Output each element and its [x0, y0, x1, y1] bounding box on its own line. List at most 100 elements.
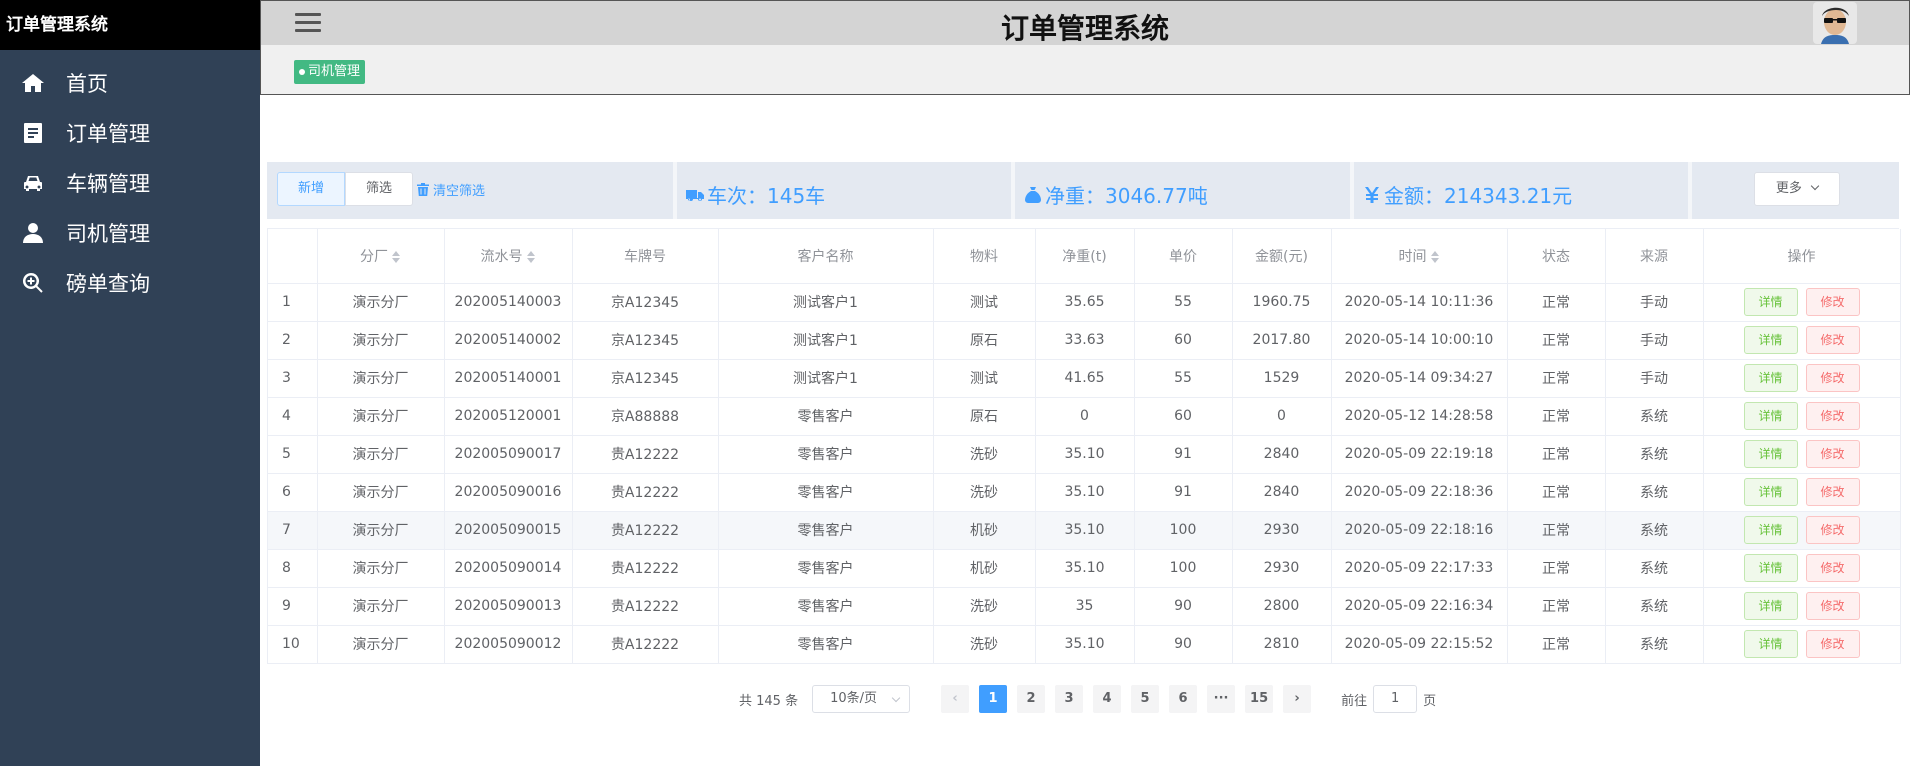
- detail-button[interactable]: 详情: [1743, 630, 1798, 658]
- edit-button[interactable]: 修改: [1805, 630, 1860, 658]
- actions-cell: 详情 修改: [1703, 549, 1901, 588]
- table-cell: 手动: [1605, 283, 1704, 322]
- actions-cell: 详情 修改: [1703, 473, 1901, 512]
- page-number-button[interactable]: 15: [1245, 685, 1274, 713]
- detail-button[interactable]: 详情: [1743, 554, 1798, 582]
- sort-caret-icon[interactable]: [1430, 250, 1440, 264]
- detail-button[interactable]: 详情: [1743, 516, 1798, 544]
- table-cell: 测试: [933, 359, 1036, 398]
- actions-cell: 详情 修改: [1703, 359, 1901, 398]
- detail-button[interactable]: 详情: [1743, 326, 1798, 354]
- sidebar-item-home[interactable]: 首页: [0, 58, 260, 108]
- yen-icon: [1365, 186, 1379, 203]
- detail-button[interactable]: 详情: [1743, 478, 1798, 506]
- page-number-button[interactable]: 3: [1055, 685, 1084, 713]
- column-header[interactable]: 分厂: [317, 229, 445, 284]
- zoom-in-icon: [20, 270, 46, 296]
- prev-page-button[interactable]: ‹: [941, 685, 970, 713]
- table-cell: 贵A12222: [572, 587, 719, 626]
- table-cell: 京A88888: [572, 397, 719, 436]
- table-cell: 贵A12222: [572, 511, 719, 550]
- table-cell: 2930: [1232, 549, 1332, 588]
- table-cell: 正常: [1507, 587, 1606, 626]
- table-cell: 2810: [1232, 625, 1332, 664]
- table-cell: 202005090012: [444, 625, 573, 664]
- sort-caret-icon[interactable]: [392, 250, 401, 264]
- table-row: 7 演示分厂 202005090015 贵A12222 零售客户 机砂 35.10 100 29…: [268, 511, 1901, 550]
- detail-button[interactable]: 详情: [1743, 440, 1798, 468]
- toolbar-divider: [673, 162, 677, 219]
- table-cell: 2840: [1232, 435, 1332, 474]
- table-cell: 100: [1134, 511, 1233, 550]
- edit-button[interactable]: 修改: [1805, 516, 1860, 544]
- more-pages-button[interactable]: ···: [1207, 685, 1236, 713]
- table-cell: 测试客户1: [718, 359, 934, 398]
- chevron-left-icon: ‹: [952, 691, 958, 706]
- page-number-button[interactable]: 6: [1169, 685, 1198, 713]
- table-cell: 演示分厂: [317, 321, 445, 360]
- page-suffix: 页: [1423, 693, 1437, 709]
- page-number-button[interactable]: 5: [1131, 685, 1160, 713]
- sidebar-item-weigh-query[interactable]: 磅单查询: [0, 258, 260, 308]
- table-cell: 系统: [1605, 397, 1704, 436]
- table-cell: 2020-05-14 10:11:36: [1331, 283, 1508, 322]
- table-cell: 原石: [933, 397, 1036, 436]
- page-size-select[interactable]: 10条/页: [812, 685, 911, 713]
- table-cell: 贵A12222: [572, 473, 719, 512]
- column-header-label: 状态: [1542, 248, 1570, 265]
- goto-page-input[interactable]: 1: [1373, 685, 1418, 713]
- table-cell: 41.65: [1035, 359, 1135, 398]
- table-cell: 正常: [1507, 511, 1606, 550]
- table-row: 8 演示分厂 202005090014 贵A12222 零售客户 机砂 35.10 100 29…: [268, 549, 1901, 588]
- sidebar-item-vehicles[interactable]: 车辆管理: [0, 158, 260, 208]
- page-number-button[interactable]: 4: [1093, 685, 1122, 713]
- edit-button[interactable]: 修改: [1805, 402, 1860, 430]
- table-cell: 6: [268, 473, 318, 512]
- table-row: 5 演示分厂 202005090017 贵A12222 零售客户 洗砂 35.10 91 284…: [268, 435, 1901, 474]
- actions-cell: 详情 修改: [1703, 283, 1901, 322]
- column-header-label: 操作: [1787, 248, 1816, 265]
- clear-filter-link[interactable]: 清空筛选: [417, 180, 485, 199]
- more-dropdown-button[interactable]: 更多: [1754, 172, 1840, 206]
- add-button[interactable]: 新增: [277, 172, 345, 206]
- sidebar-item-drivers[interactable]: 司机管理: [0, 208, 260, 258]
- edit-button[interactable]: 修改: [1805, 364, 1860, 392]
- filter-button[interactable]: 筛选: [345, 172, 413, 206]
- table-cell: 202005090016: [444, 473, 573, 512]
- edit-button[interactable]: 修改: [1805, 326, 1860, 354]
- table-cell: 手动: [1605, 359, 1704, 398]
- edit-button[interactable]: 修改: [1805, 478, 1860, 506]
- table-row: 4 演示分厂 202005120001 京A88888 零售客户 原石 0 60 0 2020-0…: [268, 397, 1901, 436]
- column-header[interactable]: 流水号: [444, 229, 573, 284]
- detail-button[interactable]: 详情: [1743, 288, 1798, 316]
- column-header-label: 客户名称: [797, 248, 854, 265]
- sort-caret-icon[interactable]: [526, 250, 536, 264]
- table-cell: 3: [268, 359, 318, 398]
- avatar[interactable]: [1813, 2, 1857, 44]
- sidebar-item-orders[interactable]: 订单管理: [0, 108, 260, 158]
- toolbar-divider: [1011, 162, 1015, 219]
- actions-cell: 详情 修改: [1703, 321, 1901, 360]
- table-cell: 京A12345: [572, 359, 719, 398]
- table-cell: 演示分厂: [317, 587, 445, 626]
- edit-button[interactable]: 修改: [1805, 592, 1860, 620]
- page-number-button[interactable]: 2: [1017, 685, 1046, 713]
- edit-button[interactable]: 修改: [1805, 288, 1860, 316]
- column-header[interactable]: 时间: [1331, 229, 1508, 284]
- sidebar-menu: 首页 订单管理 车辆管理 司机管理 磅单查询: [0, 50, 260, 308]
- table-cell: 正常: [1507, 625, 1606, 664]
- edit-button[interactable]: 修改: [1805, 440, 1860, 468]
- detail-button[interactable]: 详情: [1743, 592, 1798, 620]
- page-number-button[interactable]: 1: [979, 685, 1008, 713]
- table-cell: 系统: [1605, 511, 1704, 550]
- toolbar-divider: [1688, 162, 1692, 219]
- table-cell: 55: [1134, 283, 1233, 322]
- page-list: 1 2 3 4 5 6 ··· 15: [974, 685, 1278, 713]
- next-page-button[interactable]: ›: [1283, 685, 1312, 713]
- sidebar-item-label: 磅单查询: [66, 272, 150, 296]
- detail-button[interactable]: 详情: [1743, 402, 1798, 430]
- table-cell: 2020-05-09 22:18:36: [1331, 473, 1508, 512]
- tag-drivers[interactable]: 司机管理: [294, 60, 366, 84]
- detail-button[interactable]: 详情: [1743, 364, 1798, 392]
- edit-button[interactable]: 修改: [1805, 554, 1860, 582]
